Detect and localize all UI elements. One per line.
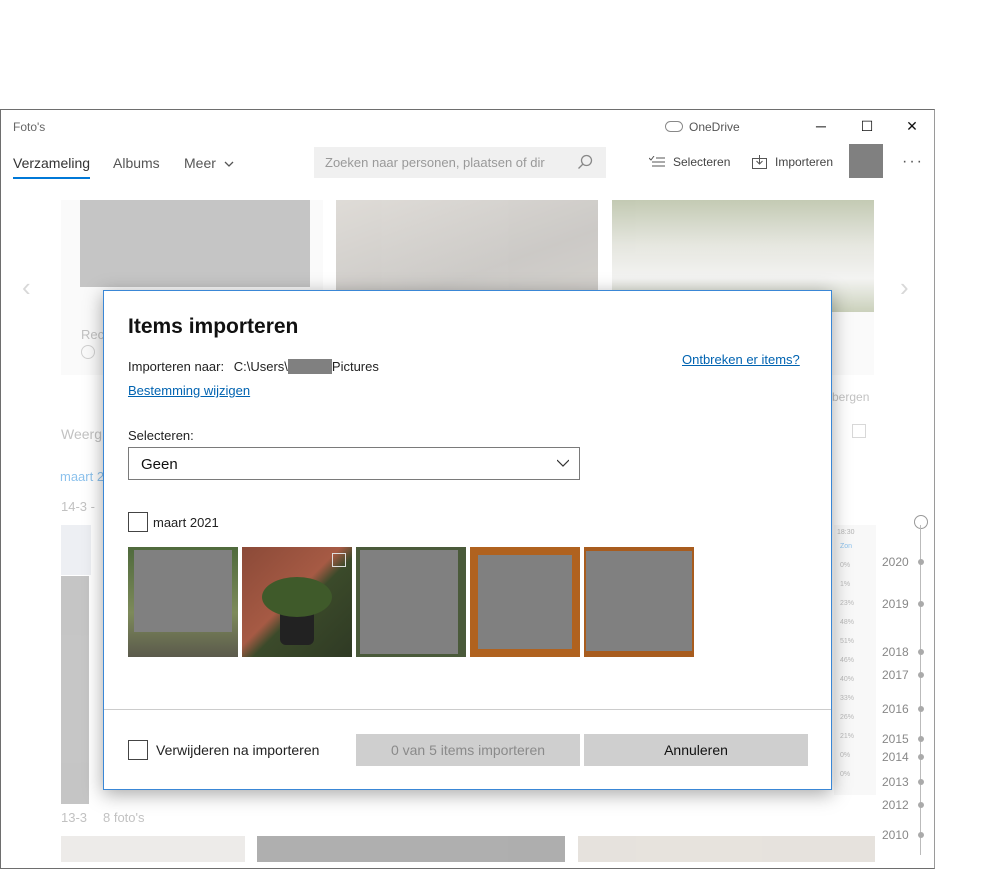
- import-thumbnail-5[interactable]: [584, 547, 694, 657]
- redacted-image: [134, 550, 232, 632]
- group-label: maart 2021: [153, 515, 219, 530]
- path-suffix: Pictures: [331, 359, 379, 374]
- timeline-year[interactable]: 2013: [882, 775, 909, 789]
- missing-items-link[interactable]: Ontbreken er items?: [682, 352, 800, 367]
- cancel-button[interactable]: Annuleren: [584, 734, 808, 766]
- group-checkbox[interactable]: [128, 512, 148, 532]
- timeline-dot: [918, 559, 924, 565]
- import-items-button[interactable]: 0 van 5 items importeren: [356, 734, 580, 766]
- chevron-left-icon[interactable]: ‹: [22, 272, 31, 303]
- timeline-year[interactable]: 2014: [882, 750, 909, 764]
- select-label: Selecteren:: [128, 428, 194, 443]
- percent-label: 40%: [840, 676, 855, 683]
- redacted-image: [586, 551, 692, 651]
- percent-label: 51%: [840, 638, 855, 645]
- date-heading-2: 13-3: [61, 810, 88, 825]
- photo-thumbnail[interactable]: [257, 836, 565, 862]
- hide-fragment: bergen: [832, 390, 870, 404]
- import-destination: Importeren naar: C:\Users\ Pictures: [128, 359, 379, 374]
- photo-thumbnail[interactable]: [61, 836, 245, 862]
- import-to-label: Importeren naar:: [128, 359, 225, 374]
- delete-after-import-checkbox[interactable]: [128, 740, 148, 760]
- change-destination-link[interactable]: Bestemming wijzigen: [128, 383, 250, 398]
- date-heading-2-count: 8 foto's: [103, 810, 145, 825]
- card-text: Rec: [81, 327, 105, 342]
- timeline-dot: [918, 601, 924, 607]
- import-dialog: Items importeren Importeren naar: C:\Use…: [103, 290, 832, 790]
- percent-label: 33%: [840, 695, 855, 702]
- percent-label: 0%: [840, 562, 851, 569]
- timeline-dot: [918, 649, 924, 655]
- percent-label: 1%: [840, 581, 851, 588]
- timeline-dot: [918, 754, 924, 760]
- selection-dropdown[interactable]: Geen: [128, 447, 580, 480]
- timeline-dot: [918, 706, 924, 712]
- path-prefix: C:\Users\: [233, 359, 288, 374]
- timeline-year[interactable]: 2012: [882, 798, 909, 812]
- dialog-divider: [104, 709, 831, 710]
- percent-label: 0%: [840, 752, 851, 759]
- timeline-year[interactable]: 2019: [882, 597, 909, 611]
- date-heading-1: 14-3 -: [61, 499, 95, 514]
- redacted-username: [287, 359, 332, 374]
- percent-label: 23%: [840, 600, 855, 607]
- month-heading: maart 2: [60, 469, 105, 484]
- timeline-year[interactable]: 2020: [882, 555, 909, 569]
- chevron-right-icon[interactable]: ›: [900, 272, 909, 303]
- percent-label: 46%: [840, 657, 855, 664]
- clock-icon: [81, 345, 95, 359]
- timeline-dot: [918, 736, 924, 742]
- redacted-image: [80, 200, 310, 287]
- redacted-image: [61, 576, 89, 804]
- plant-leaves: [262, 577, 332, 617]
- import-thumbnail-3[interactable]: [356, 547, 466, 657]
- phone-time: 18:30: [837, 529, 855, 536]
- percent-label: 26%: [840, 714, 855, 721]
- timeline-year[interactable]: 2010: [882, 828, 909, 842]
- timeline-year[interactable]: 2018: [882, 645, 909, 659]
- percent-label: 21%: [840, 733, 855, 740]
- timeline-handle[interactable]: [914, 515, 928, 529]
- redacted-image: [360, 550, 458, 654]
- timeline-year[interactable]: 2016: [882, 702, 909, 716]
- chevron-down-icon: [557, 459, 569, 467]
- screenshot-thumbnail[interactable]: [61, 525, 91, 575]
- percent-label: 48%: [840, 619, 855, 626]
- import-thumbnail-1[interactable]: [128, 547, 238, 657]
- phone-header: Zon: [840, 543, 853, 550]
- view-label: Weerg: [61, 426, 102, 442]
- timeline-dot: [918, 832, 924, 838]
- delete-after-import-label: Verwijderen na importeren: [156, 742, 320, 758]
- photo-thumbnail[interactable]: [578, 836, 875, 862]
- import-thumbnail-2[interactable]: [242, 547, 352, 657]
- timeline-dot: [918, 779, 924, 785]
- dialog-title: Items importeren: [128, 315, 299, 338]
- timeline-dot: [918, 802, 924, 808]
- grid-view-icon[interactable]: [852, 424, 866, 438]
- timeline-year[interactable]: 2015: [882, 732, 909, 746]
- redacted-image: [478, 555, 572, 649]
- timeline-year[interactable]: 2017: [882, 668, 909, 682]
- thumbnail-checkbox[interactable]: [332, 553, 346, 567]
- percent-label: 0%: [840, 771, 851, 778]
- timeline-dot: [918, 672, 924, 678]
- import-thumbnail-4[interactable]: [470, 547, 580, 657]
- selection-value: Geen: [141, 456, 178, 473]
